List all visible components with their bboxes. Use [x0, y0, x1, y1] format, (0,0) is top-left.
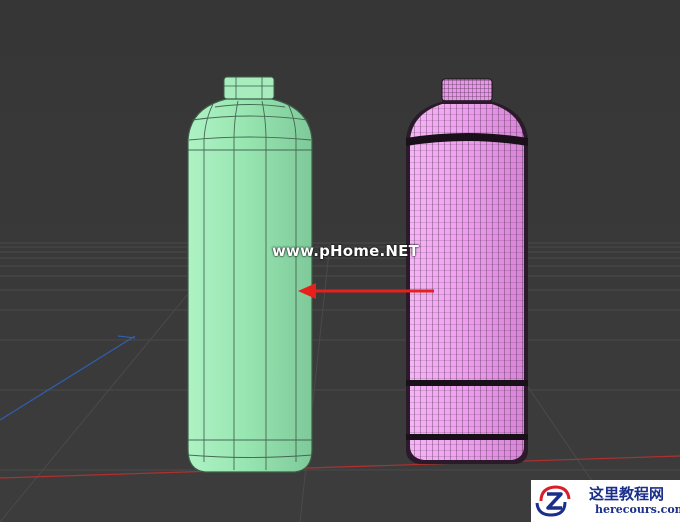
z-axis-line — [0, 335, 136, 421]
site-logo: 这里教程网 herecours.com — [531, 480, 680, 522]
high-poly-bottle[interactable] — [406, 78, 528, 464]
z-logo-icon — [535, 485, 571, 517]
x-axis-line — [0, 455, 680, 479]
logo-subtitle: herecours.com — [595, 503, 680, 516]
3d-viewport[interactable]: www.pHome.NET — [0, 0, 680, 522]
viewport-watermark: www.pHome.NET — [272, 242, 420, 260]
logo-title: 这里教程网 — [589, 485, 665, 503]
low-poly-bottle[interactable] — [187, 76, 313, 473]
viewport-scene[interactable] — [0, 0, 680, 522]
